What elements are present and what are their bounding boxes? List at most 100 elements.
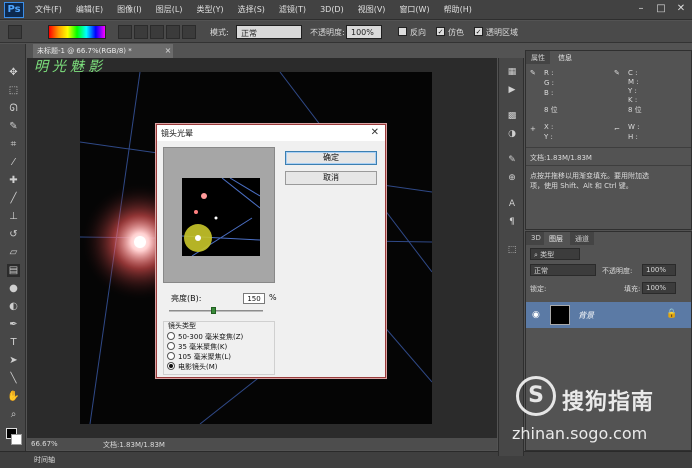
brightness-field[interactable]: 150 xyxy=(243,293,265,304)
tool-preset-picker[interactable] xyxy=(8,25,22,39)
blur-tool-icon[interactable]: ● xyxy=(7,282,20,295)
line-tool-icon[interactable]: ╲ xyxy=(7,372,20,385)
reflected-gradient-button[interactable] xyxy=(166,25,180,39)
info-y: Y : xyxy=(628,87,637,95)
radial-gradient-button[interactable] xyxy=(134,25,148,39)
layers-panel: 3D 图层 通道 ⌕ 类型 正常 不透明度: 100% 锁定: 填充: 100%… xyxy=(525,231,692,451)
healing-brush-tool-icon[interactable]: ✚ xyxy=(7,174,20,187)
blend-mode-select[interactable]: 正常 xyxy=(530,264,596,276)
quick-select-tool-icon[interactable]: ✎ xyxy=(7,120,20,133)
toolbox: ✥ ⬚ ᘏ ✎ ⌗ ⁄ ✚ ╱ ⊥ ↺ ▱ ▤ ● ◐ ✒ T ➤ ╲ ✋ ⌕ xyxy=(0,44,26,456)
hand-tool-icon[interactable]: ✋ xyxy=(7,390,20,403)
close-tab-icon[interactable]: × xyxy=(163,44,173,58)
tab-3d[interactable]: 3D xyxy=(526,232,546,245)
layer-name[interactable]: 背景 xyxy=(578,310,594,321)
opacity-field[interactable]: 100% xyxy=(346,25,382,39)
close-window-icon[interactable]: ✕ xyxy=(672,2,690,16)
zoom-level[interactable]: 66.67% xyxy=(31,440,58,448)
flare-preview-image[interactable] xyxy=(182,178,260,256)
info-x: X : xyxy=(544,123,554,131)
lens-radio-105mm[interactable] xyxy=(167,352,175,360)
eraser-tool-icon[interactable]: ▱ xyxy=(7,246,20,259)
crosshair-icon: + xyxy=(530,125,536,133)
timeline-label[interactable]: 时间轴 xyxy=(34,455,55,465)
styles-panel-icon[interactable]: ⬚ xyxy=(505,244,519,256)
brightness-label: 亮度(B): xyxy=(171,294,202,303)
move-tool-icon[interactable]: ✥ xyxy=(7,66,20,79)
options-bar: 模式: 正常 不透明度: 100% 反向 ✓ 仿色 ✓ 透明区域 xyxy=(0,21,692,43)
info-doc-size: 文档:1.83M/1.83M xyxy=(530,154,592,162)
lasso-tool-icon[interactable]: ᘏ xyxy=(7,102,20,115)
menu-layer[interactable]: 图层(L) xyxy=(149,4,190,15)
fill-label: 填充: xyxy=(624,285,641,293)
menu-type[interactable]: 类型(Y) xyxy=(189,4,230,15)
visibility-eye-icon[interactable]: ◉ xyxy=(532,310,540,320)
gradient-tool-icon[interactable]: ▤ xyxy=(7,264,20,277)
crop-tool-icon[interactable]: ⌗ xyxy=(7,138,20,151)
lens-radio-35mm[interactable] xyxy=(167,342,175,350)
lens-option-35mm: 35 毫米聚焦(K) xyxy=(178,343,228,351)
brightness-slider-thumb[interactable] xyxy=(211,307,217,314)
tab-layers[interactable]: 图层 xyxy=(544,232,568,245)
menu-image[interactable]: 图像(I) xyxy=(110,4,149,15)
clone-stamp-tool-icon[interactable]: ⊥ xyxy=(7,210,20,223)
brightness-unit: % xyxy=(269,293,277,302)
history-brush-tool-icon[interactable]: ↺ xyxy=(7,228,20,241)
marquee-tool-icon[interactable]: ⬚ xyxy=(7,84,20,97)
reverse-checkbox[interactable] xyxy=(398,27,407,36)
fill-field[interactable]: 100% xyxy=(642,282,676,294)
selection-size-icon: ⌐ xyxy=(614,125,620,133)
linear-gradient-button[interactable] xyxy=(118,25,132,39)
tab-info[interactable]: 信息 xyxy=(553,51,577,64)
eyedropper-tool-icon[interactable]: ⁄ xyxy=(7,156,20,169)
paragraph-panel-icon[interactable]: ¶ xyxy=(505,216,519,228)
angle-gradient-button[interactable] xyxy=(150,25,164,39)
brush-tool-icon[interactable]: ╱ xyxy=(7,192,20,205)
mode-label: 模式: xyxy=(210,28,229,37)
layer-filter-select[interactable]: ⌕ 类型 xyxy=(530,248,580,260)
gradient-swatch[interactable] xyxy=(48,25,106,39)
ok-button[interactable]: 确定 xyxy=(285,151,377,165)
character-panel-icon[interactable]: A xyxy=(505,198,519,210)
zoom-tool-icon[interactable]: ⌕ xyxy=(7,408,20,421)
cancel-button[interactable]: 取消 xyxy=(285,171,377,185)
diamond-gradient-button[interactable] xyxy=(182,25,196,39)
type-tool-icon[interactable]: T xyxy=(7,336,20,349)
menu-window[interactable]: 窗口(W) xyxy=(392,4,436,15)
swatches-panel-icon[interactable]: ▩ xyxy=(505,110,519,122)
tab-properties[interactable]: 属性 xyxy=(526,51,550,64)
layer-row-background[interactable]: ◉ 背景 🔒 xyxy=(526,302,691,328)
menu-edit[interactable]: 编辑(E) xyxy=(69,4,110,15)
dialog-close-icon[interactable]: ✕ xyxy=(371,127,379,138)
brush-panel-icon[interactable]: ✎ xyxy=(505,154,519,166)
history-panel-icon[interactable]: ▦ xyxy=(505,66,519,78)
document-size-status: 文档:1.83M/1.83M xyxy=(103,441,165,449)
sogou-logo-icon: S xyxy=(516,376,556,416)
path-select-tool-icon[interactable]: ➤ xyxy=(7,354,20,367)
transparency-checkbox[interactable]: ✓ xyxy=(474,27,483,36)
lens-radio-movie[interactable] xyxy=(167,362,175,370)
menu-bar: Ps 文件(F) 编辑(E) 图像(I) 图层(L) 类型(Y) 选择(S) 滤… xyxy=(0,0,692,20)
menu-3d[interactable]: 3D(D) xyxy=(313,5,351,14)
mode-select[interactable]: 正常 xyxy=(236,25,302,39)
adjustments-panel-icon[interactable]: ◑ xyxy=(505,128,519,140)
info-c: C : xyxy=(628,69,638,77)
menu-file[interactable]: 文件(F) xyxy=(28,4,69,15)
menu-filter[interactable]: 滤镜(T) xyxy=(272,4,313,15)
menu-help[interactable]: 帮助(H) xyxy=(437,4,479,15)
flare-preview[interactable] xyxy=(163,147,275,283)
dither-checkbox[interactable]: ✓ xyxy=(436,27,445,36)
layer-opacity-field[interactable]: 100% xyxy=(642,264,676,276)
maximize-icon[interactable]: □ xyxy=(652,2,670,16)
minimize-icon[interactable]: – xyxy=(632,2,650,16)
clone-source-panel-icon[interactable]: ⊕ xyxy=(505,172,519,184)
background-color-swatch[interactable] xyxy=(11,434,22,445)
tab-channels[interactable]: 通道 xyxy=(570,232,594,245)
dodge-tool-icon[interactable]: ◐ xyxy=(7,300,20,313)
lens-radio-zoom[interactable] xyxy=(167,332,175,340)
menu-view[interactable]: 视图(V) xyxy=(351,4,393,15)
actions-panel-icon[interactable]: ▶ xyxy=(505,84,519,96)
menu-select[interactable]: 选择(S) xyxy=(231,4,272,15)
info-hint-1: 点按并拖移以用渐变填充。要用附加选 xyxy=(530,172,649,180)
pen-tool-icon[interactable]: ✒ xyxy=(7,318,20,331)
